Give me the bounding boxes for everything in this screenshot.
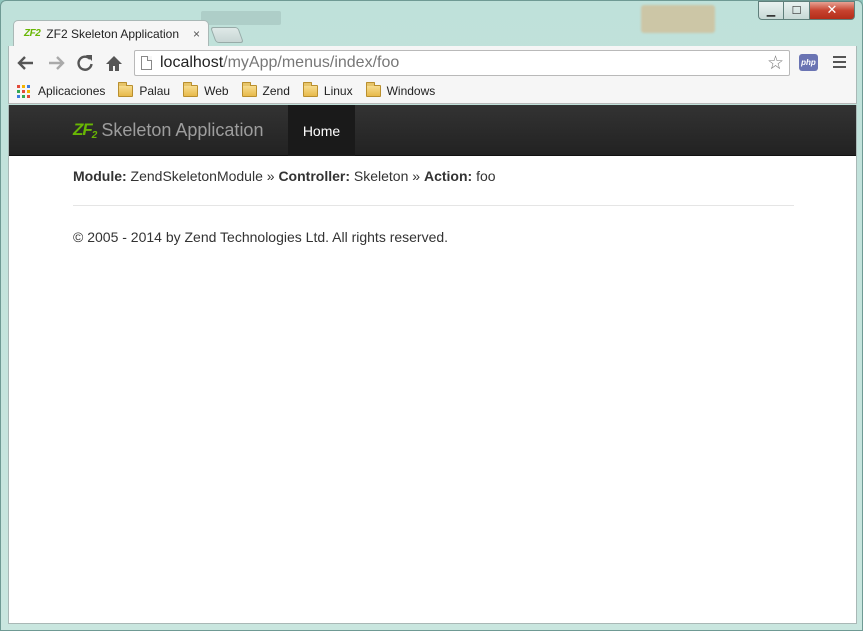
separator: » <box>412 168 421 184</box>
controller-label: Controller: <box>278 168 350 184</box>
bookmark-label: Aplicaciones <box>38 84 106 98</box>
footer-copyright: © 2005 - 2014 by Zend Technologies Ltd. … <box>73 229 449 245</box>
browser-toolbar: localhost/myApp/menus/index/foo ☆ php <box>8 46 857 79</box>
folder-icon <box>365 82 381 97</box>
footer-divider <box>73 205 794 206</box>
apps-grid-icon <box>17 84 30 98</box>
close-window-button[interactable]: ✕ <box>810 1 855 20</box>
bookmark-apps[interactable]: Aplicaciones <box>17 84 105 98</box>
tab-close-icon[interactable]: × <box>193 27 200 41</box>
folder-icon <box>183 82 199 97</box>
page-icon <box>141 56 152 70</box>
maximize-button[interactable]: ☐ <box>784 1 810 20</box>
site-navbar: ZF2 Skeleton Application Home <box>9 105 856 156</box>
tab-title: ZF2 Skeleton Application <box>46 26 180 41</box>
bookmark-folder-zend[interactable]: Zend <box>241 82 290 98</box>
php-extension-icon[interactable]: php <box>799 54 818 71</box>
home-icon[interactable] <box>103 52 125 74</box>
bookmark-folder-palau[interactable]: Palau <box>118 82 171 98</box>
module-label: Module: <box>73 168 127 184</box>
desktop-background-blur <box>201 11 281 25</box>
folder-icon <box>241 82 257 97</box>
url-path: /myApp/menus/index/foo <box>223 54 400 71</box>
bookmark-label: Linux <box>323 84 353 98</box>
bookmark-folder-linux[interactable]: Linux <box>302 82 353 98</box>
browser-window: ▁ ☐ ✕ ZF2 ZF2 Skeleton Application × loc… <box>0 0 863 631</box>
desktop-background-blur <box>641 5 715 33</box>
brand-name: Skeleton Application <box>101 120 264 140</box>
module-value: ZendSkeletonModule <box>130 168 263 184</box>
arrow-right-icon[interactable] <box>45 52 67 74</box>
bookmark-folder-windows[interactable]: Windows <box>365 82 436 98</box>
bookmark-label: Palau <box>139 84 171 98</box>
page-viewport: ZF2 Skeleton Application Home Module: Ze… <box>8 105 857 624</box>
arrow-left-icon[interactable] <box>15 52 37 74</box>
action-label: Action: <box>423 168 473 184</box>
window-caption-buttons: ▁ ☐ ✕ <box>758 1 855 20</box>
browser-tab[interactable]: ZF2 ZF2 Skeleton Application × <box>13 20 209 46</box>
zf2-favicon-icon: ZF2 <box>24 28 41 39</box>
action-value: foo <box>476 168 496 184</box>
bookmark-label: Web <box>204 84 229 98</box>
bookmark-folder-web[interactable]: Web <box>183 82 229 98</box>
new-tab-button[interactable] <box>210 27 244 43</box>
bookmark-label: Windows <box>386 84 436 98</box>
route-info: Module: ZendSkeletonModule » Controller:… <box>73 168 496 184</box>
controller-value: Skeleton <box>353 168 409 184</box>
separator: » <box>266 168 275 184</box>
brand-link[interactable]: ZF2 Skeleton Application <box>73 120 263 141</box>
address-bar[interactable]: localhost/myApp/menus/index/foo ☆ <box>134 50 790 76</box>
minimize-button[interactable]: ▁ <box>758 1 784 20</box>
url-host: localhost <box>160 54 224 71</box>
folder-icon <box>302 82 318 97</box>
reload-icon[interactable] <box>74 52 96 74</box>
zf2-logo-icon: ZF2 <box>73 120 97 141</box>
folder-icon <box>118 82 134 97</box>
nav-home-link[interactable]: Home <box>288 105 355 156</box>
bookmark-star-icon[interactable]: ☆ <box>767 52 784 74</box>
hamburger-menu-icon[interactable] <box>833 56 846 68</box>
bookmark-label: Zend <box>262 84 290 98</box>
bookmarks-bar: Aplicaciones Palau Web Zend Linux Window… <box>8 79 857 104</box>
